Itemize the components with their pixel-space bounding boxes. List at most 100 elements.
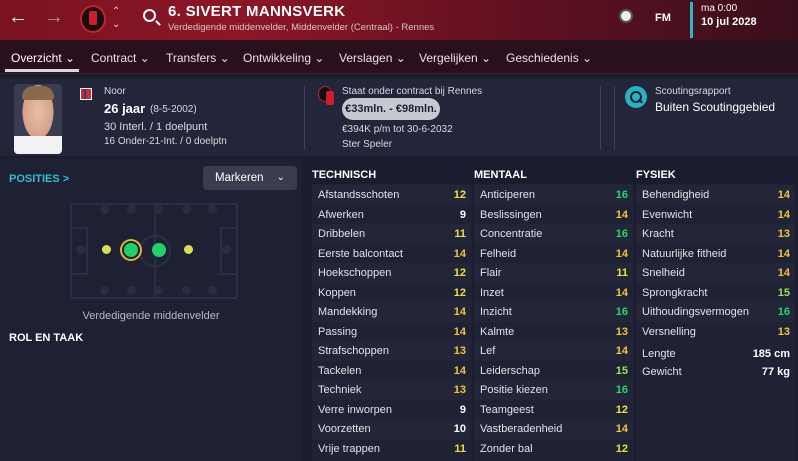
attribute-row[interactable]: Beslissingen 14 <box>474 205 632 225</box>
attribute-row[interactable]: Behendigheid 14 <box>636 185 794 205</box>
attribute-row[interactable]: Inzicht 16 <box>474 302 632 322</box>
tab-geschiedenis[interactable]: Geschiedenis ⌄ <box>506 51 592 65</box>
attribute-row[interactable]: Lef 14 <box>474 341 632 361</box>
position-dot-competent[interactable] <box>184 245 193 254</box>
position-dot[interactable] <box>154 286 163 295</box>
fm-logo[interactable]: FM <box>655 12 671 24</box>
attribute-value: 12 <box>453 267 466 279</box>
attribute-row[interactable]: Koppen 12 <box>312 283 470 303</box>
attribute-row[interactable]: Strafschoppen 13 <box>312 341 470 361</box>
attribute-row[interactable]: Lengte 185 cm <box>636 344 794 364</box>
attribute-row[interactable]: Verre inworpen 9 <box>312 400 470 420</box>
club-crest-small-icon[interactable] <box>318 86 334 105</box>
attribute-value: 14 <box>453 306 466 318</box>
attribute-name: Afwerken <box>318 208 364 221</box>
forward-arrow-icon[interactable]: → <box>44 6 64 29</box>
attribute-row[interactable]: Anticiperen 16 <box>474 185 632 205</box>
attribute-row[interactable]: Afwerken 9 <box>312 205 470 225</box>
position-dot-natural[interactable] <box>152 243 166 257</box>
attribute-row[interactable]: Vastberadenheid 14 <box>474 419 632 439</box>
attribute-value: 11 <box>616 267 628 279</box>
position-dot[interactable] <box>127 205 136 214</box>
contract-status: Staat onder contract bij Rennes <box>342 86 483 97</box>
attribute-row[interactable]: Concentratie 16 <box>474 224 632 244</box>
football-icon[interactable] <box>619 9 633 23</box>
attribute-row[interactable]: Techniek 13 <box>312 380 470 400</box>
position-dot-competent[interactable] <box>102 245 111 254</box>
tab-vergelijken[interactable]: Vergelijken ⌄ <box>419 51 491 65</box>
attribute-row[interactable]: Kracht 13 <box>636 224 794 244</box>
attribute-row[interactable]: Snelheid 14 <box>636 263 794 283</box>
positions-panel: POSITIES > Markeren ⌄ Verdedigende midde… <box>0 158 302 461</box>
attribute-row[interactable]: Gewicht 77 kg <box>636 362 794 382</box>
position-dot[interactable] <box>208 286 217 295</box>
tab-verslagen[interactable]: Verslagen ⌄ <box>339 51 406 65</box>
attribute-row[interactable]: Tackelen 14 <box>312 361 470 381</box>
position-dot[interactable] <box>127 286 136 295</box>
attribute-value: 14 <box>777 267 790 279</box>
search-icon[interactable] <box>143 9 156 22</box>
attribute-row[interactable]: Uithoudingsvermogen 16 <box>636 302 794 322</box>
attribute-row[interactable]: Inzet 14 <box>474 283 632 303</box>
attribute-row[interactable]: Vrije trappen 11 <box>312 439 470 459</box>
attribute-name: Inzicht <box>480 306 512 318</box>
position-dot[interactable] <box>100 205 109 214</box>
attribute-row[interactable]: Versnelling 13 <box>636 322 794 342</box>
attribute-name: Verre inworpen <box>318 403 392 416</box>
attribute-row[interactable]: Kalmte 13 <box>474 322 632 342</box>
attribute-value: 14 <box>615 286 628 299</box>
scrollbar[interactable] <box>600 86 601 150</box>
attribute-value: 12 <box>615 403 628 416</box>
attribute-name: Uithoudingsvermogen <box>642 306 750 318</box>
position-dot[interactable] <box>208 205 217 214</box>
tab-transfers[interactable]: Transfers ⌄ <box>166 51 230 65</box>
attribute-row[interactable]: Teamgeest 12 <box>474 400 632 420</box>
attribute-row[interactable]: Dribbelen 11 <box>312 224 470 244</box>
attribute-row[interactable]: Positie kiezen 16 <box>474 380 632 400</box>
role-and-duty-heading[interactable]: ROL EN TAAK <box>9 332 83 344</box>
tab-overzicht[interactable]: Overzicht ⌄ <box>11 51 75 65</box>
scouting-search-icon[interactable] <box>625 86 647 108</box>
position-dot[interactable] <box>154 205 163 214</box>
attribute-value: 12 <box>453 286 466 299</box>
attribute-row[interactable]: Sprongkracht 15 <box>636 283 794 303</box>
position-dot[interactable] <box>100 286 109 295</box>
tab-contract[interactable]: Contract ⌄ <box>91 51 150 65</box>
attribute-row[interactable]: Mandekking 14 <box>312 302 470 322</box>
date-box[interactable]: ma 0:00 10 jul 2028 <box>690 2 798 38</box>
markeren-dropdown[interactable]: Markeren ⌄ <box>203 166 297 190</box>
player-switch-arrows-icon[interactable]: ⌃ ⌄ <box>112 5 120 31</box>
club-crest-icon[interactable] <box>80 5 106 33</box>
attribute-value: 16 <box>615 384 628 396</box>
attribute-row[interactable]: Natuurlijke fitheid 14 <box>636 244 794 264</box>
attribute-name: Flair <box>480 267 502 279</box>
attribute-row[interactable]: Hoekschoppen 12 <box>312 263 470 283</box>
attribute-row[interactable]: Flair 11 <box>474 263 632 283</box>
position-dot-natural-selected[interactable] <box>124 243 138 257</box>
attribute-row[interactable]: Afstandsschoten 12 <box>312 185 470 205</box>
attribute-row[interactable]: Evenwicht 14 <box>636 205 794 225</box>
position-dot[interactable] <box>76 245 85 254</box>
attribute-row[interactable]: Eerste balcontact 14 <box>312 244 470 264</box>
attribute-row[interactable]: Voorzetten 10 <box>312 419 470 439</box>
norway-flag-icon[interactable] <box>80 88 92 100</box>
attribute-name: Strafschoppen <box>318 345 389 357</box>
back-arrow-icon[interactable]: ← <box>8 6 28 29</box>
attribute-row[interactable]: Passing 14 <box>312 322 470 342</box>
technical-heading: TECHNISCH <box>312 169 377 181</box>
attribute-row[interactable]: Leiderschap 15 <box>474 361 632 381</box>
nationality[interactable]: Noor <box>104 86 126 97</box>
attribute-name: Sprongkracht <box>642 286 708 299</box>
attribute-value: 14 <box>453 247 466 260</box>
positions-link[interactable]: POSITIES > <box>9 173 69 185</box>
attribute-name: Voorzetten <box>318 423 371 435</box>
position-dot[interactable] <box>182 286 191 295</box>
position-dot[interactable] <box>222 245 231 254</box>
position-dot[interactable] <box>182 205 191 214</box>
attribute-row[interactable]: Felheid 14 <box>474 244 632 264</box>
attribute-row[interactable]: Zonder bal 12 <box>474 439 632 459</box>
attribute-name: Eerste balcontact <box>318 247 403 260</box>
transfer-value-badge[interactable]: €33mln. - €98mln. <box>342 98 440 120</box>
tab-ontwikkeling[interactable]: Ontwikkeling ⌄ <box>243 51 324 65</box>
attribute-name: Teamgeest <box>480 403 534 416</box>
